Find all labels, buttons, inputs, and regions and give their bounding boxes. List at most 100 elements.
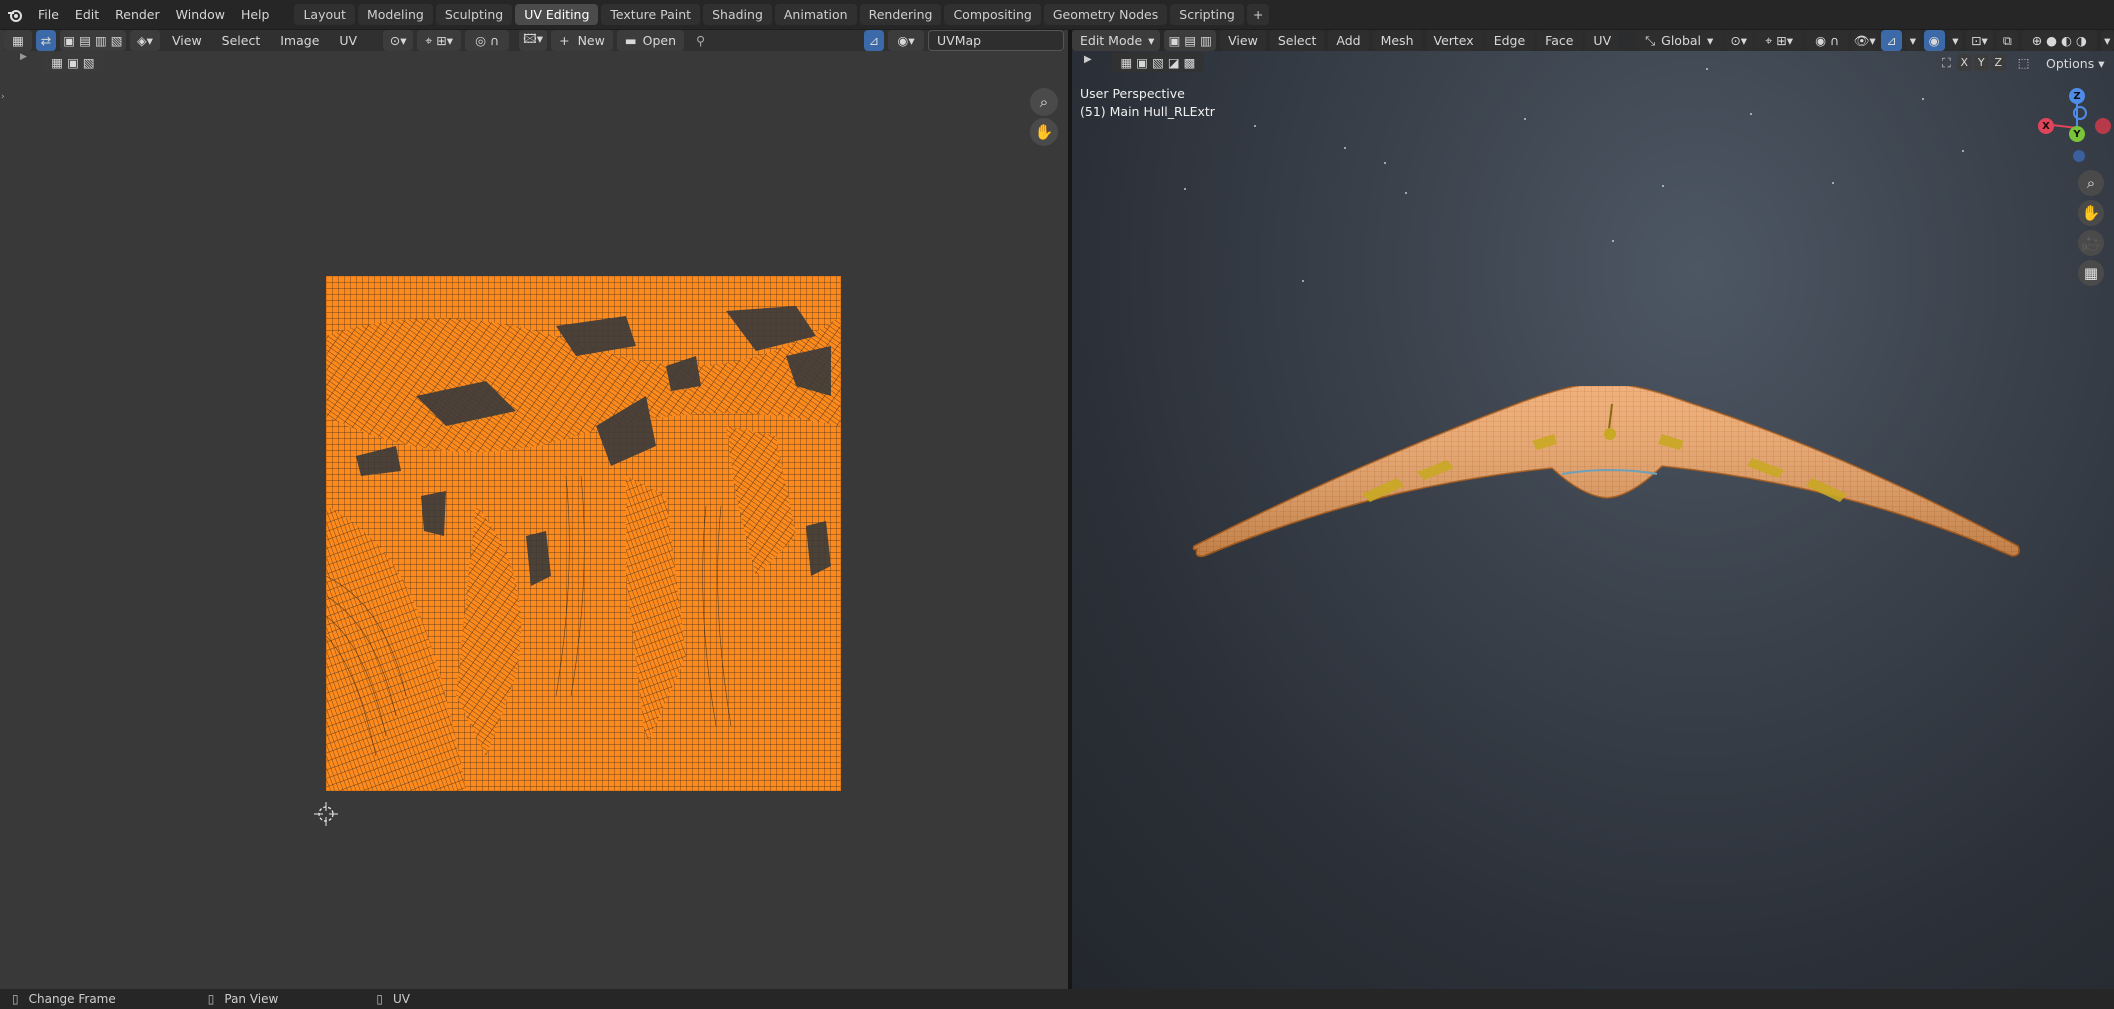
status-uv: UV — [392, 992, 410, 1006]
menu-render[interactable]: Render — [107, 0, 168, 29]
blender-logo-icon[interactable] — [0, 0, 30, 29]
proportional-edit-icon[interactable]: ◎ ∩ — [465, 30, 510, 51]
tab-shading[interactable]: Shading — [703, 4, 772, 25]
status-pan-view: Pan View — [224, 992, 279, 1006]
zoom-icon[interactable]: ⌕ — [1030, 88, 1058, 116]
tab-sculpting[interactable]: Sculpting — [435, 4, 513, 25]
uv-menu-view[interactable]: View — [164, 30, 210, 51]
gizmo-neg-x-axis[interactable] — [2095, 118, 2111, 134]
gizmo-neg-y-axis[interactable] — [2073, 150, 2085, 162]
gizmo-x-axis[interactable]: X — [2038, 118, 2054, 134]
sticky-select-icon[interactable]: ◈▾ — [130, 30, 160, 51]
mesh-object[interactable] — [1192, 386, 2022, 566]
tab-scripting[interactable]: Scripting — [1170, 4, 1244, 25]
shading-dropdown-icon[interactable]: ▾ — [2100, 30, 2114, 51]
mirror-axis-buttons: ⛶ X Y Z ⬚ — [1942, 54, 2030, 71]
viewport-select-box-tools[interactable]: ▦ ▣ ▧ ◪ ▩ — [1112, 52, 1204, 72]
mirror-y-button[interactable]: Y — [1973, 54, 1989, 71]
top-bar: File Edit Render Window Help Layout Mode… — [0, 0, 2114, 29]
visibility-icon[interactable]: 👁▾ — [1852, 30, 1878, 51]
mode-dropdown[interactable]: Edit Mode ▾ — [1072, 30, 1161, 51]
menu-window[interactable]: Window — [168, 0, 233, 29]
auto-merge-icon[interactable]: ⬚ — [2018, 55, 2030, 70]
tab-animation[interactable]: Animation — [774, 4, 857, 25]
overlay-toggle-icon[interactable]: ◉ — [1923, 30, 1945, 51]
menu-help[interactable]: Help — [233, 0, 278, 29]
uv-select-box-tools[interactable]: ▦ ▣ ▧ — [42, 52, 104, 72]
gizmo-toggle-icon[interactable]: ⊿ — [1881, 30, 1903, 51]
vp-menu-edge[interactable]: Edge — [1485, 30, 1534, 51]
tab-rendering[interactable]: Rendering — [859, 4, 942, 25]
vp-menu-add[interactable]: Add — [1328, 30, 1369, 51]
overlay-dropdown-icon[interactable]: ▾ — [1948, 30, 1963, 51]
active-object-label: (51) Main Hull_RLExtr — [1080, 104, 1215, 119]
2d-cursor-icon[interactable] — [314, 802, 338, 826]
viewport-toolbar-toggle[interactable]: ▶ — [1084, 54, 1092, 65]
tab-uv-editing[interactable]: UV Editing — [515, 4, 599, 25]
tab-modeling[interactable]: Modeling — [357, 4, 433, 25]
mirror-x-button[interactable]: X — [1956, 54, 1972, 71]
folder-icon: ▬ — [624, 33, 637, 48]
snap-icon[interactable]: ⌖ ⊞▾ — [417, 30, 462, 51]
uv-menu-select[interactable]: Select — [214, 30, 269, 51]
uv-layout[interactable] — [326, 276, 841, 791]
open-image-button[interactable]: ▬ Open — [616, 30, 685, 51]
status-bar: ▯ Change Frame ▯ Pan View ▯ UV — [0, 989, 2114, 1009]
camera-view-icon[interactable]: 🎥 — [2078, 230, 2104, 256]
vp-menu-vertex[interactable]: Vertex — [1425, 30, 1482, 51]
options-dropdown[interactable]: Options ▾ — [2046, 56, 2104, 71]
tab-layout[interactable]: Layout — [294, 4, 355, 25]
3d-viewport[interactable]: Edit Mode ▾ ▣ ▤ ▥ View Select Add Mesh Ve… — [1072, 30, 2114, 989]
uv-menu-image[interactable]: Image — [272, 30, 327, 51]
new-image-button[interactable]: + New — [551, 30, 613, 51]
vp-menu-face[interactable]: Face — [1537, 30, 1582, 51]
sync-selection-icon[interactable]: ⇄ — [36, 30, 56, 51]
tab-compositing[interactable]: Compositing — [944, 4, 1041, 25]
uvmap-field[interactable]: UVMap — [928, 30, 1064, 51]
overlay-uv-icon[interactable]: ⊿ — [864, 30, 884, 51]
uv-editor[interactable]: ▦ ⇄ ▣ ▤ ▥ ▧ ◈▾ View Select Image UV ⊙▾ ⌖… — [0, 30, 1068, 989]
hand-pan-icon[interactable]: ✋ — [1030, 118, 1058, 146]
vp-menu-mesh[interactable]: Mesh — [1372, 30, 1422, 51]
gizmo-z-axis[interactable]: Z — [2069, 88, 2085, 104]
viewport-header: Edit Mode ▾ ▣ ▤ ▥ View Select Add Mesh Ve… — [1072, 30, 2114, 51]
pivot-point-icon[interactable]: ⊙▾ — [1725, 30, 1753, 51]
snap-toggle-icon[interactable]: ⌖ ⊞▾ — [1756, 30, 1803, 51]
view-perspective-label: User Perspective — [1080, 86, 1185, 101]
select-mode-icons[interactable]: ▣ ▤ ▥ ▧ — [60, 30, 126, 51]
pivot-icon[interactable]: ⊙▾ — [383, 30, 414, 51]
uv-menu-uv[interactable]: UV — [331, 30, 365, 51]
zoom-icon[interactable]: ⌕ — [2078, 170, 2104, 196]
pin-icon[interactable]: ⚲ — [696, 33, 705, 48]
tool-settings-toggle[interactable]: ▶ — [20, 52, 27, 62]
xray-icon[interactable]: ⧉ — [1996, 30, 2018, 51]
vp-menu-view[interactable]: View — [1220, 30, 1266, 51]
menu-file[interactable]: File — [30, 0, 67, 29]
mouse-left-icon: ▯ — [12, 992, 19, 1006]
vp-menu-uv[interactable]: UV — [1585, 30, 1620, 51]
add-workspace-button[interactable]: + — [1246, 4, 1270, 25]
mouse-middle-icon: ▯ — [207, 992, 215, 1006]
overlay-dropdown-icon[interactable]: ◉▾ — [888, 30, 924, 51]
gizmo-neg-z-axis[interactable] — [2073, 106, 2087, 120]
gizmo-dropdown-icon[interactable]: ▾ — [1906, 30, 1920, 51]
uv-editor-header: ▦ ⇄ ▣ ▤ ▥ ▧ ◈▾ View Select Image UV ⊙▾ ⌖… — [4, 30, 1064, 51]
proportional-editing-icon[interactable]: ◉ ∩ — [1806, 30, 1849, 51]
menu-edit[interactable]: Edit — [67, 0, 107, 29]
tab-texture-paint[interactable]: Texture Paint — [601, 4, 701, 25]
mirror-z-button[interactable]: Z — [1990, 54, 2006, 71]
tab-geometry-nodes[interactable]: Geometry Nodes — [1043, 4, 1168, 25]
select-mode-vertex-edge-face-icons[interactable]: ▣ ▤ ▥ — [1164, 30, 1217, 51]
orientation-icon: ⤡ — [1645, 32, 1656, 48]
vp-menu-select[interactable]: Select — [1269, 30, 1325, 51]
ortho-grid-icon[interactable]: ▦ — [2078, 260, 2104, 286]
hand-pan-icon[interactable]: ✋ — [2078, 200, 2104, 226]
shading-modes-icon[interactable]: ⊕ ● ◐ ◑ — [2021, 30, 2097, 51]
toolbar-collapse-arrow[interactable]: › — [1, 92, 5, 102]
transform-orientation-dropdown[interactable]: ⤡ Global ▾ — [1637, 30, 1722, 51]
mesh-edit-overlay-icon[interactable]: ⊡▾ — [1966, 30, 1993, 51]
gizmo-y-axis[interactable]: Y — [2069, 126, 2085, 142]
navigation-gizmo[interactable]: Z X Y — [2012, 80, 2112, 162]
editor-type-icon[interactable]: ▦ — [4, 30, 32, 51]
image-browse-icon[interactable]: 🖾▾ — [519, 30, 548, 51]
